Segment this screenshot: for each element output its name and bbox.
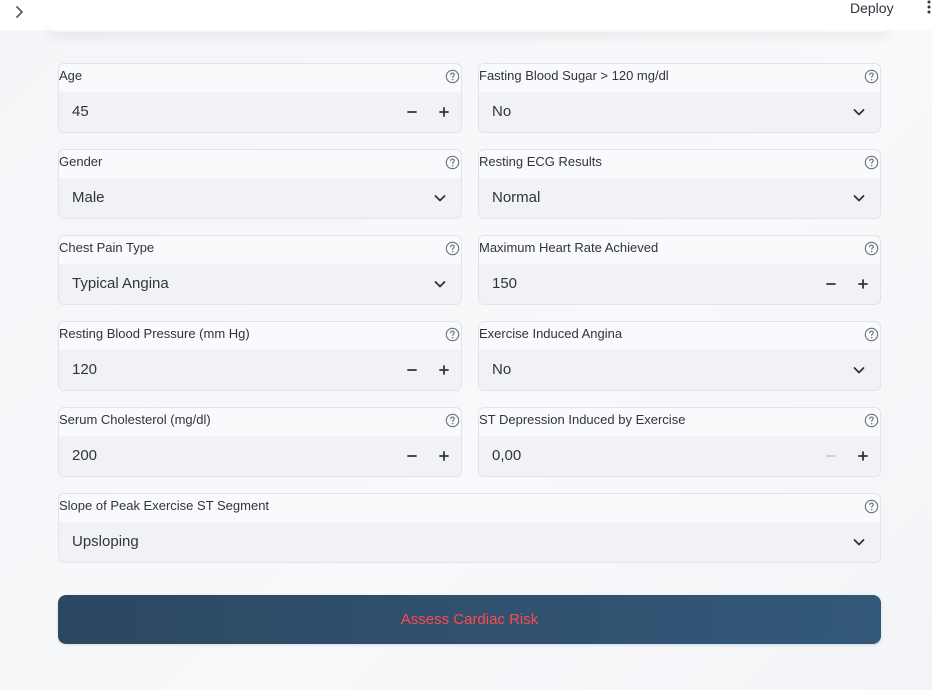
chest-pain-field: Chest Pain Type Typical Angina: [58, 235, 462, 305]
minus-icon: [826, 283, 836, 285]
help-icon[interactable]: [864, 413, 879, 428]
max-heart-rate-increment-button[interactable]: [852, 274, 874, 294]
cholesterol-decrement-button[interactable]: [401, 446, 423, 466]
resting-ecg-label: Resting ECG Results: [479, 154, 602, 169]
plus-icon: [439, 365, 449, 375]
cholesterol-increment-button[interactable]: [433, 446, 455, 466]
st-depression-value: 0,00: [492, 447, 522, 464]
max-heart-rate-label: Maximum Heart Rate Achieved: [479, 240, 659, 255]
assess-cardiac-risk-label: Assess Cardiac Risk: [400, 611, 539, 628]
assess-cardiac-risk-button[interactable]: Assess Cardiac Risk: [58, 595, 881, 644]
cholesterol-value: 200: [72, 447, 98, 464]
help-icon[interactable]: [445, 241, 460, 256]
resting-bp-decrement-button[interactable]: [401, 360, 423, 380]
help-icon[interactable]: [864, 69, 879, 84]
resting-ecg-field: Resting ECG Results Normal: [478, 149, 881, 219]
help-icon[interactable]: [445, 155, 460, 170]
minus-icon: [407, 455, 417, 457]
resting-ecg-select[interactable]: Normal: [479, 178, 880, 218]
age-value: 45: [72, 103, 89, 120]
plus-icon: [439, 451, 449, 461]
chevron-down-icon[interactable]: [433, 191, 447, 205]
chest-pain-value: Typical Angina: [72, 275, 169, 292]
help-icon[interactable]: [445, 327, 460, 342]
kebab-menu-icon[interactable]: [922, 0, 932, 14]
slope-label: Slope of Peak Exercise ST Segment: [59, 498, 270, 513]
plus-icon: [858, 279, 868, 289]
header-shadow: [48, 22, 888, 32]
cholesterol-label: Serum Cholesterol (mg/dl): [59, 412, 211, 427]
age-input[interactable]: 45: [59, 92, 461, 132]
age-field: Age 45: [58, 63, 462, 133]
age-decrement-button[interactable]: [401, 102, 423, 122]
max-heart-rate-input[interactable]: 150: [479, 264, 880, 304]
cholesterol-input[interactable]: 200: [59, 436, 461, 476]
slope-value: Upsloping: [72, 533, 139, 550]
fasting-blood-sugar-select[interactable]: No: [479, 92, 880, 132]
max-heart-rate-decrement-button[interactable]: [820, 274, 842, 294]
slope-field: Slope of Peak Exercise ST Segment Upslop…: [58, 493, 881, 563]
help-icon[interactable]: [864, 155, 879, 170]
st-depression-field: ST Depression Induced by Exercise 0,00: [478, 407, 881, 477]
resting-bp-increment-button[interactable]: [433, 360, 455, 380]
gender-label: Gender: [59, 154, 103, 169]
age-label: Age: [59, 68, 83, 83]
chevron-right-icon: [16, 6, 23, 18]
help-icon[interactable]: [864, 327, 879, 342]
st-depression-label: ST Depression Induced by Exercise: [479, 412, 686, 427]
help-icon[interactable]: [445, 413, 460, 428]
age-increment-button[interactable]: [433, 102, 455, 122]
exercise-angina-label: Exercise Induced Angina: [479, 326, 623, 341]
minus-icon: [407, 111, 417, 113]
deploy-button[interactable]: Deploy: [850, 0, 894, 16]
st-depression-increment-button[interactable]: [852, 446, 874, 466]
resting-bp-field: Resting Blood Pressure (mm Hg) 120: [58, 321, 462, 391]
max-heart-rate-value: 150: [492, 275, 518, 292]
chevron-down-icon[interactable]: [852, 105, 866, 119]
resting-bp-input[interactable]: 120: [59, 350, 461, 390]
gender-value: Male: [72, 189, 105, 206]
exercise-angina-value: No: [492, 361, 512, 378]
plus-icon: [858, 451, 868, 461]
cholesterol-field: Serum Cholesterol (mg/dl) 200: [58, 407, 462, 477]
chest-pain-label: Chest Pain Type: [59, 240, 155, 255]
help-icon[interactable]: [864, 499, 879, 514]
fasting-blood-sugar-value: No: [492, 103, 512, 120]
resting-bp-value: 120: [72, 361, 98, 378]
chevron-down-icon[interactable]: [852, 535, 866, 549]
fasting-blood-sugar-field: Fasting Blood Sugar > 120 mg/dl No: [478, 63, 881, 133]
chest-pain-select[interactable]: Typical Angina: [59, 264, 461, 304]
chevron-down-icon[interactable]: [852, 191, 866, 205]
help-icon[interactable]: [864, 241, 879, 256]
st-depression-decrement-button[interactable]: [820, 446, 842, 466]
exercise-angina-field: Exercise Induced Angina No: [478, 321, 881, 391]
gender-field: Gender Male: [58, 149, 462, 219]
fasting-blood-sugar-label: Fasting Blood Sugar > 120 mg/dl: [479, 68, 669, 83]
gender-select[interactable]: Male: [59, 178, 461, 218]
expand-sidebar-button[interactable]: [10, 2, 30, 22]
st-depression-input[interactable]: 0,00: [479, 436, 880, 476]
chevron-down-icon[interactable]: [852, 363, 866, 377]
slope-select[interactable]: Upsloping: [59, 522, 880, 562]
resting-ecg-value: Normal: [492, 189, 541, 206]
help-icon[interactable]: [445, 69, 460, 84]
minus-icon: [407, 369, 417, 371]
resting-bp-label: Resting Blood Pressure (mm Hg): [59, 326, 250, 341]
minus-icon: [826, 455, 836, 457]
chevron-down-icon[interactable]: [433, 277, 447, 291]
exercise-angina-select[interactable]: No: [479, 350, 880, 390]
max-heart-rate-field: Maximum Heart Rate Achieved 150: [478, 235, 881, 305]
plus-icon: [439, 107, 449, 117]
